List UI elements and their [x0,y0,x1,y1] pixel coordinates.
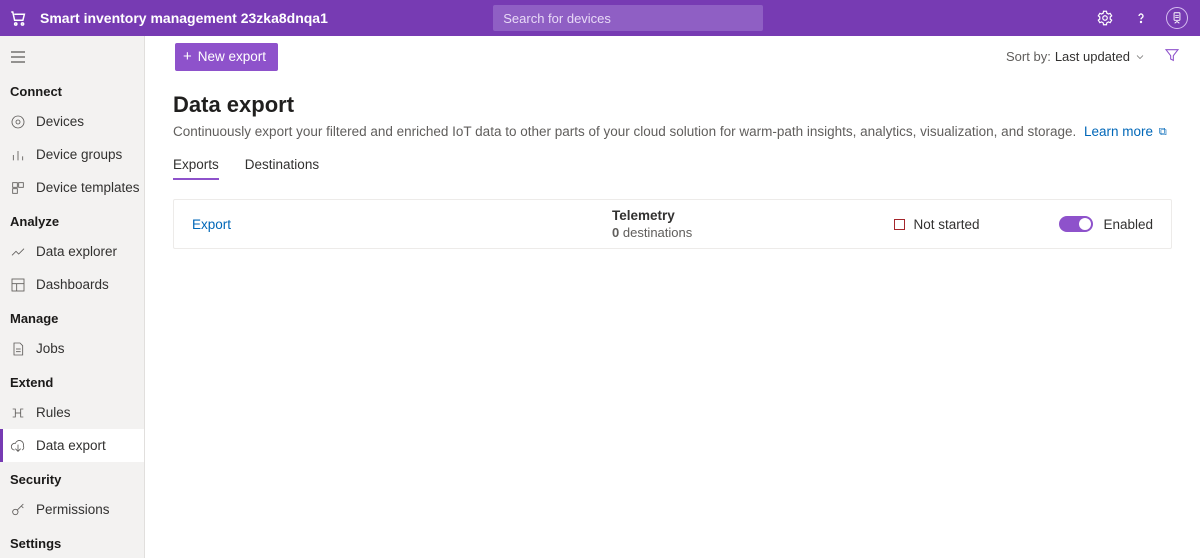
sort-by-label: Sort by: [1006,49,1051,64]
app-title: Smart inventory management 23zka8dnqa1 [40,10,328,26]
page-title: Data export [173,92,1172,118]
sidebar-item-devices[interactable]: Devices [0,105,144,138]
plus-icon: + [183,49,192,64]
page-description: Continuously export your filtered and en… [173,124,1172,139]
sidebar-item-label: Dashboards [36,277,109,292]
sidebar-section-analyze: Analyze [0,204,144,235]
bar-chart-icon [10,147,26,163]
settings-gear-icon[interactable] [1094,7,1116,29]
dashboard-icon [10,277,26,293]
sidebar-item-label: Device groups [36,147,122,162]
sidebar-section-manage: Manage [0,301,144,332]
account-avatar[interactable] [1166,7,1188,29]
new-export-button[interactable]: + New export [175,43,278,71]
sidebar: Connect Devices Device groups Device tem… [0,36,145,558]
sidebar-section-security: Security [0,462,144,493]
sidebar-item-permissions[interactable]: Permissions [0,493,144,526]
enabled-toggle[interactable] [1059,216,1093,232]
rules-icon [10,405,26,421]
sidebar-item-device-groups[interactable]: Device groups [0,138,144,171]
sidebar-item-label: Rules [36,405,71,420]
exports-list: Export Telemetry 0 destinations Not star… [173,199,1172,249]
template-icon [10,180,26,196]
new-export-label: New export [198,49,266,64]
chevron-down-icon [1134,51,1146,63]
enabled-label: Enabled [1103,217,1153,232]
export-status: Not started [913,217,979,232]
sidebar-item-label: Jobs [36,341,65,356]
help-icon[interactable] [1130,7,1152,29]
app-logo-cart-icon[interactable] [0,0,36,36]
export-name-link[interactable]: Export [192,217,612,232]
sort-by-dropdown[interactable]: Sort by: Last updated [1006,49,1146,64]
line-chart-icon [10,244,26,260]
tab-exports[interactable]: Exports [173,157,219,180]
sort-by-value: Last updated [1055,49,1130,64]
main-content: + New export Sort by: Last updated Data … [145,36,1200,558]
sidebar-item-jobs[interactable]: Jobs [0,332,144,365]
sidebar-item-dashboards[interactable]: Dashboards [0,268,144,301]
sidebar-item-rules[interactable]: Rules [0,396,144,429]
tabs: Exports Destinations [173,157,1172,181]
top-bar: Smart inventory management 23zka8dnqa1 [0,0,1200,36]
key-icon [10,502,26,518]
jobs-icon [10,341,26,357]
export-type: Telemetry [612,208,832,223]
sidebar-section-connect: Connect [0,74,144,105]
sidebar-item-data-explorer[interactable]: Data explorer [0,235,144,268]
sidebar-item-label: Device templates [36,180,140,195]
filter-icon[interactable] [1164,47,1180,66]
hamburger-menu-icon[interactable] [0,40,144,74]
sidebar-item-data-export[interactable]: Data export [0,429,144,462]
devices-icon [10,114,26,130]
cloud-export-icon [10,438,26,454]
sidebar-section-extend: Extend [0,365,144,396]
sidebar-item-label: Permissions [36,502,110,517]
sidebar-item-label: Data explorer [36,244,117,259]
search-input[interactable] [493,5,763,31]
external-link-icon: ⧉ [1159,126,1167,138]
status-not-started-icon [894,219,905,230]
sidebar-item-label: Data export [36,438,106,453]
toolbar: + New export Sort by: Last updated [145,36,1200,78]
tab-destinations[interactable]: Destinations [245,157,319,180]
export-destinations: 0 destinations [612,225,832,240]
sidebar-section-settings: Settings [0,526,144,557]
learn-more-link[interactable]: Learn more ⧉ [1084,124,1167,139]
sidebar-item-device-templates[interactable]: Device templates [0,171,144,204]
sidebar-item-label: Devices [36,114,84,129]
export-row[interactable]: Export Telemetry 0 destinations Not star… [174,200,1171,248]
